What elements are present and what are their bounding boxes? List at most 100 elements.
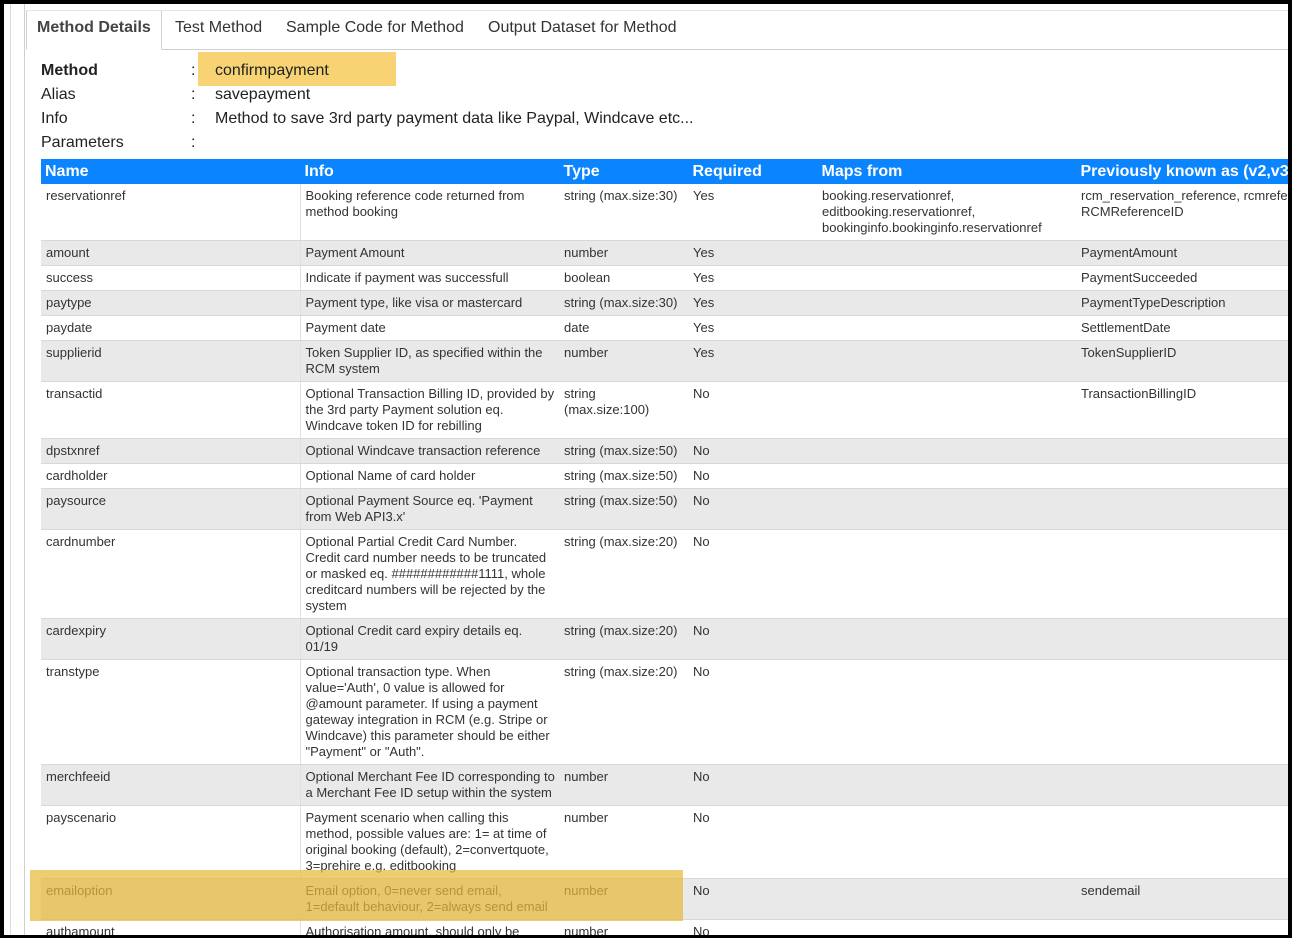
table-row: amount Payment Amount number Yes PaymentAmou… bbox=[41, 240, 1288, 266]
cell-info: Optional transaction type. When value='A… bbox=[300, 659, 559, 765]
cell-name: transtype bbox=[41, 659, 301, 765]
cell-info: Indicate if payment was successfull bbox=[300, 265, 559, 291]
cell-type: string (max.size:50) bbox=[559, 488, 688, 530]
cell-required: No bbox=[688, 438, 817, 464]
cell-previously-known bbox=[1076, 659, 1288, 765]
cell-type: string (max.size:30) bbox=[559, 184, 688, 241]
cell-info: Booking reference code returned from met… bbox=[300, 184, 559, 241]
column-header-previously-known: Previously known as (v2,v3) bbox=[1076, 159, 1288, 184]
cell-maps-from bbox=[817, 529, 1076, 619]
cell-previously-known bbox=[1076, 764, 1288, 806]
cell-maps-from bbox=[817, 618, 1076, 660]
cell-type: boolean bbox=[559, 265, 688, 291]
cell-required: Yes bbox=[688, 340, 817, 382]
cell-maps-from: booking.reservationref, editbooking.rese… bbox=[817, 184, 1076, 241]
cell-maps-from bbox=[817, 659, 1076, 765]
cell-maps-from bbox=[817, 488, 1076, 530]
separator: : bbox=[191, 110, 196, 127]
cell-info: Token Supplier ID, as specified within t… bbox=[300, 340, 559, 382]
alias-value: savepayment bbox=[215, 86, 311, 103]
separator: : bbox=[191, 62, 196, 79]
cell-previously-known: sendemail bbox=[1076, 878, 1288, 920]
cell-name: paydate bbox=[41, 315, 301, 341]
cell-previously-known bbox=[1076, 529, 1288, 619]
cell-name: merchfeeid bbox=[41, 764, 301, 806]
cell-info: Optional Name of card holder bbox=[300, 463, 559, 489]
table-row: reservationref Booking reference code ret… bbox=[41, 184, 1288, 241]
window-frame-left bbox=[0, 0, 4, 938]
tab-method-details[interactable]: Method Details bbox=[26, 11, 162, 50]
cell-type: number bbox=[559, 240, 688, 266]
cell-type: string (max.size:20) bbox=[559, 618, 688, 660]
cell-type: string (max.size:50) bbox=[559, 463, 688, 489]
cell-name: cardnumber bbox=[41, 529, 301, 619]
cell-required: Yes bbox=[688, 240, 817, 266]
cell-maps-from bbox=[817, 240, 1076, 266]
column-header-maps-from: Maps from bbox=[817, 159, 1077, 184]
window-frame-top bbox=[0, 0, 1292, 4]
table-row: emailoption Email option, 0=never send em… bbox=[41, 878, 1288, 920]
column-header-name: Name bbox=[41, 159, 301, 184]
cell-maps-from bbox=[817, 805, 1076, 879]
table-row: success Indicate if payment was successfu… bbox=[41, 265, 1288, 291]
method-value: confirmpayment bbox=[215, 62, 329, 79]
cell-type: string (max.size:20) bbox=[559, 659, 688, 765]
table-row: transtype Optional transaction type. When… bbox=[41, 659, 1288, 765]
cell-required: No bbox=[688, 529, 817, 619]
cell-previously-known: SettlementDate bbox=[1076, 315, 1288, 341]
cell-required: No bbox=[688, 381, 817, 439]
cell-name: success bbox=[41, 265, 301, 291]
cell-previously-known: TransactionBillingID bbox=[1076, 381, 1288, 439]
cell-required: No bbox=[688, 878, 817, 920]
cell-name: emailoption bbox=[41, 878, 301, 920]
table-row: paytype Payment type, like visa or master… bbox=[41, 290, 1288, 316]
tab-test-method[interactable]: Test Method bbox=[175, 11, 262, 49]
tab-bar: Method Details Test Method Sample Code f… bbox=[26, 10, 1288, 50]
alias-label: Alias bbox=[41, 86, 76, 103]
cell-type: string (max.size:20) bbox=[559, 529, 688, 619]
tab-sample-code[interactable]: Sample Code for Method bbox=[286, 11, 464, 49]
divider-line bbox=[24, 4, 25, 938]
cell-maps-from bbox=[817, 315, 1076, 341]
cell-previously-known bbox=[1076, 805, 1288, 879]
cell-required: No bbox=[688, 463, 817, 489]
cell-type: number bbox=[559, 878, 688, 920]
table-body: reservationref Booking reference code ret… bbox=[41, 184, 1288, 938]
column-header-info: Info bbox=[300, 159, 560, 184]
cell-name: transactid bbox=[41, 381, 301, 439]
cell-previously-known bbox=[1076, 463, 1288, 489]
cell-type: number bbox=[559, 340, 688, 382]
table-row: merchfeeid Optional Merchant Fee ID corre… bbox=[41, 764, 1288, 806]
cell-info: Optional Windcave transaction reference bbox=[300, 438, 559, 464]
cell-name: amount bbox=[41, 240, 301, 266]
table-row: cardholder Optional Name of card holder st… bbox=[41, 463, 1288, 489]
cell-required: Yes bbox=[688, 315, 817, 341]
cell-maps-from bbox=[817, 438, 1076, 464]
info-value: Method to save 3rd party payment data li… bbox=[215, 110, 694, 127]
cell-previously-known bbox=[1076, 488, 1288, 530]
table-row: transactid Optional Transaction Billing I… bbox=[41, 381, 1288, 439]
column-header-type: Type bbox=[559, 159, 689, 184]
divider-line bbox=[10, 4, 11, 938]
table-row: supplierid Token Supplier ID, as specifie… bbox=[41, 340, 1288, 382]
parameters-table-container[interactable]: Name Info Type Required Maps from Previo… bbox=[41, 159, 1288, 938]
cell-maps-from bbox=[817, 340, 1076, 382]
method-label: Method bbox=[41, 62, 98, 79]
cell-previously-known: rcm_reservation_reference, rcmreference,… bbox=[1076, 184, 1288, 241]
tab-output-dataset[interactable]: Output Dataset for Method bbox=[488, 11, 677, 49]
cell-name: dpstxnref bbox=[41, 438, 301, 464]
table-header-row: Name Info Type Required Maps from Previo… bbox=[41, 159, 1288, 184]
info-label: Info bbox=[41, 110, 68, 127]
table-row: paydate Payment date date Yes SettlementDate bbox=[41, 315, 1288, 341]
cell-info: Payment scenario when calling this metho… bbox=[300, 805, 559, 879]
cell-maps-from bbox=[817, 764, 1076, 806]
cell-name: reservationref bbox=[41, 184, 301, 241]
cell-maps-from bbox=[817, 290, 1076, 316]
cell-maps-from bbox=[817, 463, 1076, 489]
column-header-required: Required bbox=[688, 159, 818, 184]
table-row: paysource Optional Payment Source eq. 'Pa… bbox=[41, 488, 1288, 530]
table-row: dpstxnref Optional Windcave transaction r… bbox=[41, 438, 1288, 464]
cell-type: string (max.size:30) bbox=[559, 290, 688, 316]
cell-info: Payment Amount bbox=[300, 240, 559, 266]
cell-previously-known: PaymentSucceeded bbox=[1076, 265, 1288, 291]
